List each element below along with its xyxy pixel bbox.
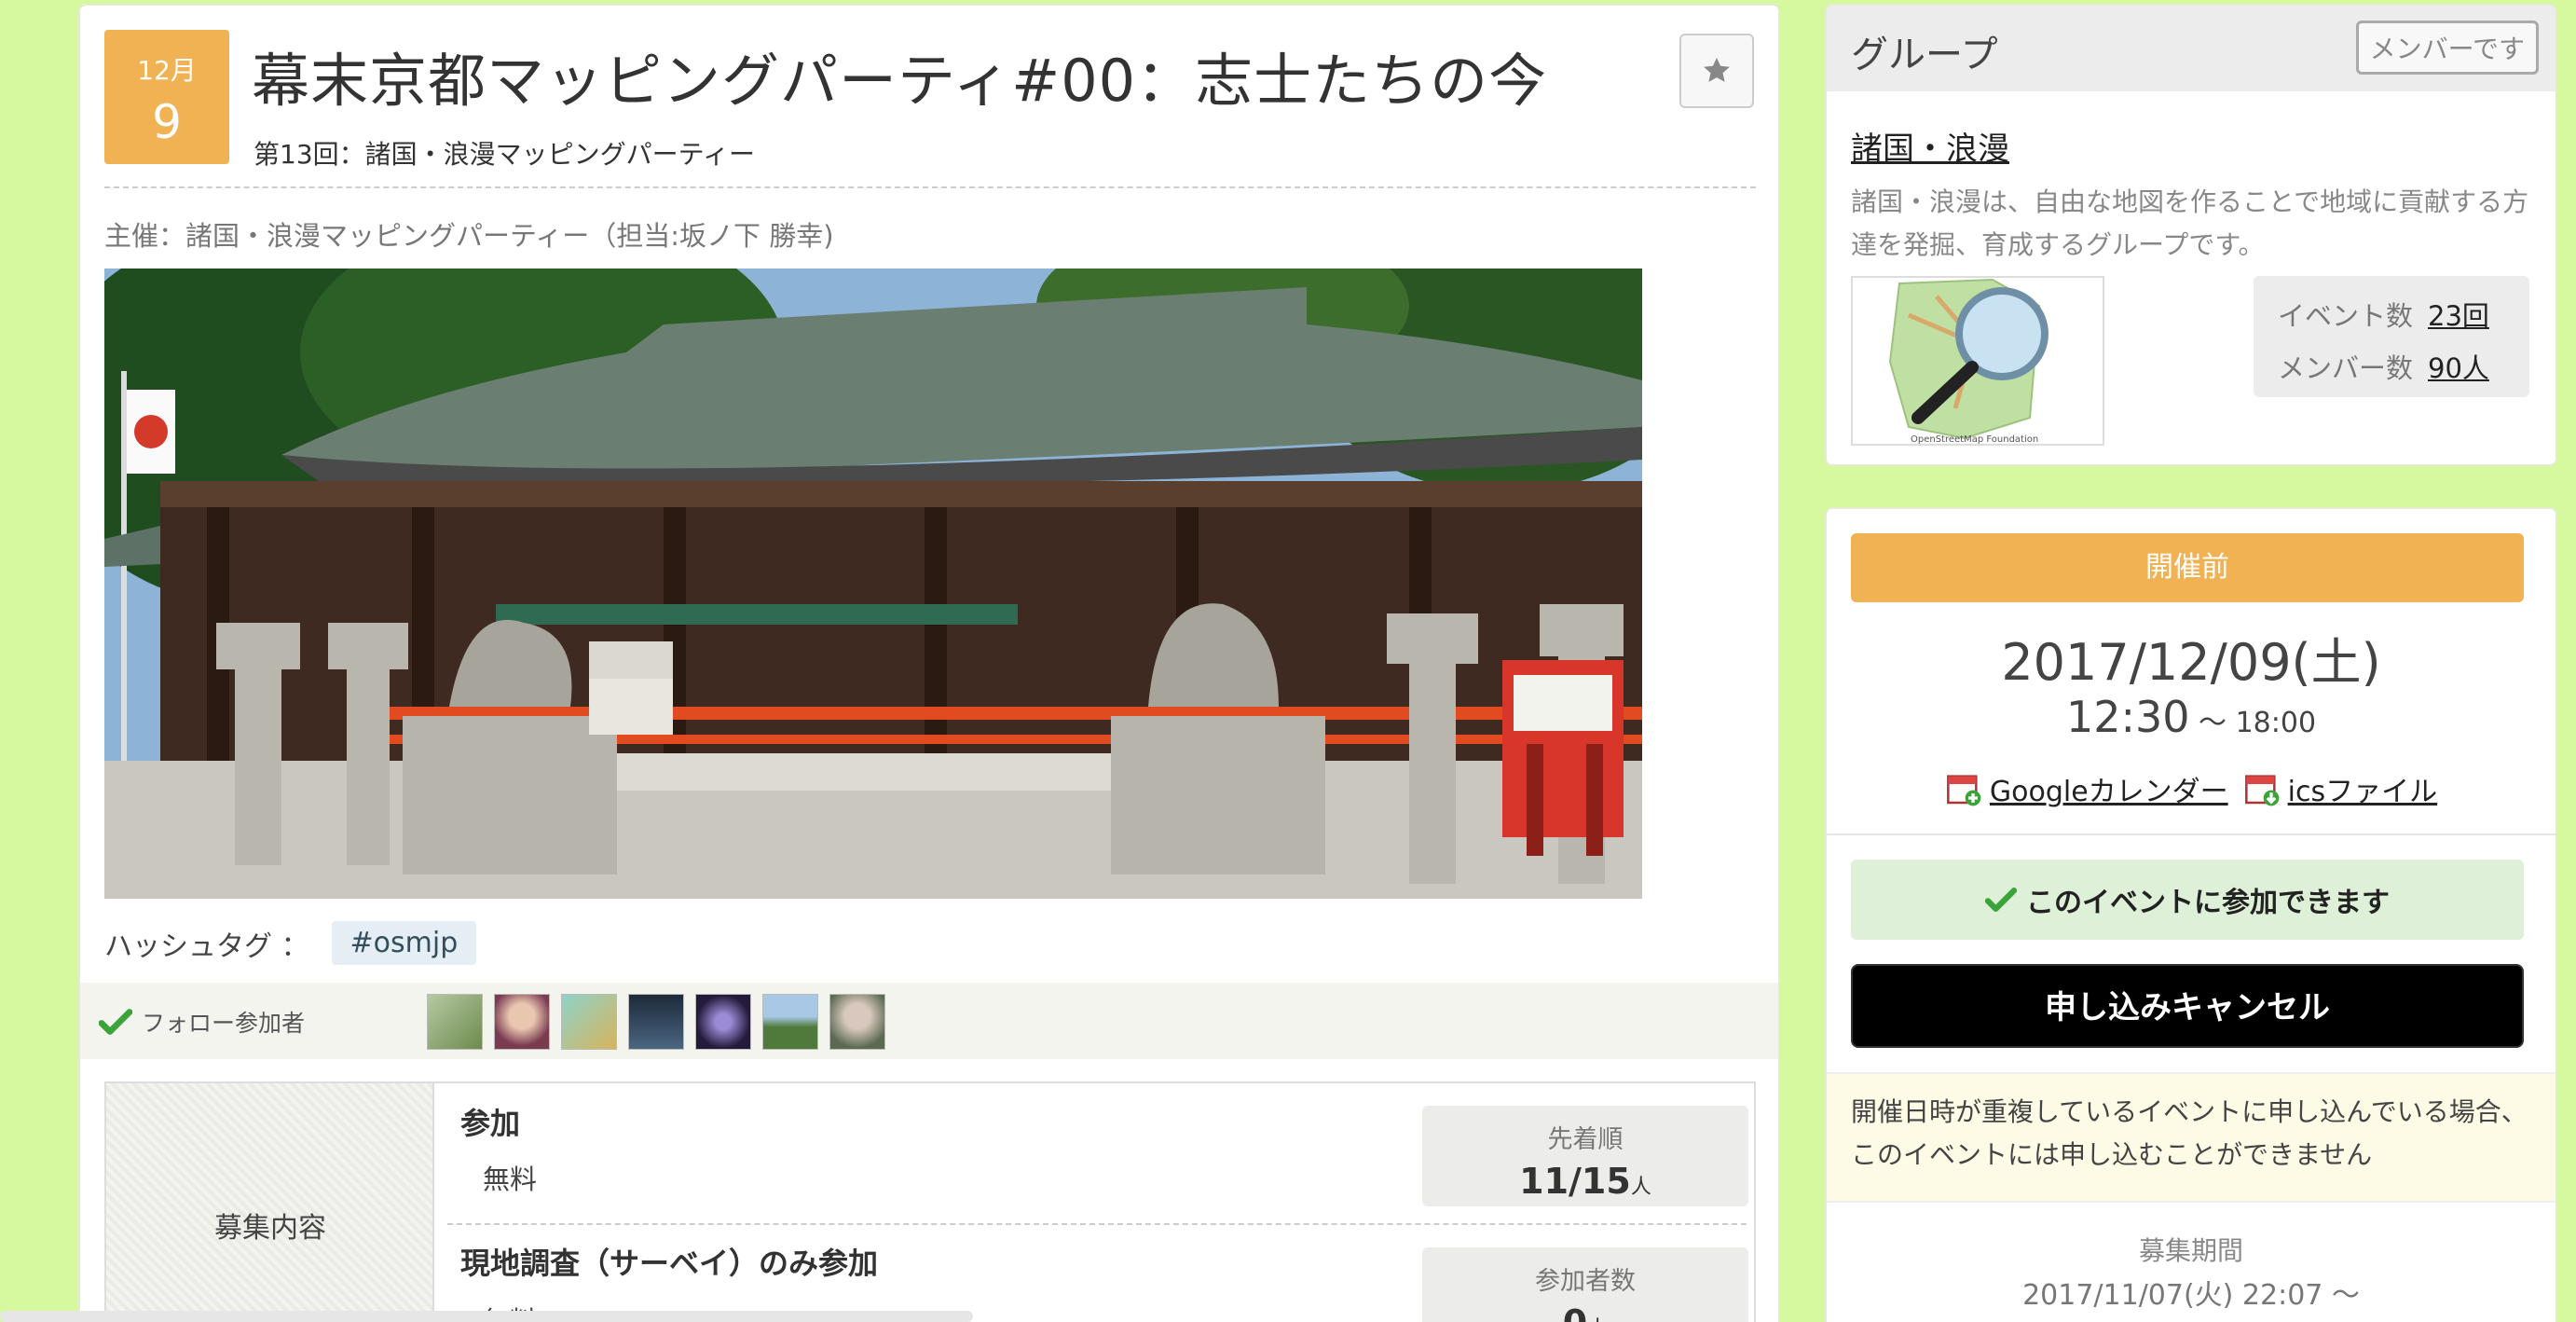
ticket-name: 参加 <box>460 1106 521 1141</box>
ticket-box-label: 参加者数 <box>1535 1267 1636 1296</box>
ticket-box-label: 先着順 <box>1547 1125 1624 1154</box>
osm-logo-image: OpenStreetMap Foundation <box>1853 278 2103 445</box>
date-badge-month: 12月 <box>137 55 197 86</box>
event-title: 幕末京都マッピングパーティ#00：志士たちの今 <box>252 47 1548 115</box>
event-time-end: 18:00 <box>2235 707 2317 739</box>
cancel-registration-button[interactable]: 申し込みキャンセル <box>1851 964 2524 1048</box>
avatar[interactable] <box>427 994 483 1050</box>
ticket-count: 11/15 <box>1519 1161 1631 1202</box>
avatar[interactable] <box>494 994 550 1050</box>
divider <box>1827 833 2555 835</box>
avatar[interactable] <box>695 994 751 1050</box>
group-card-title: グループ <box>1851 34 1998 76</box>
group-description: 諸国・浪漫は、自由な地図を作ることで地域に貢献する方達を発掘、育成するグループで… <box>1851 186 2529 260</box>
event-subtitle: 第13回：諸国・浪漫マッピングパーティー <box>253 139 755 170</box>
recruit-table: 募集内容 参加 無料 先着順 11/15人 現地調査（サーベイ）のみ参加 無料 … <box>104 1081 1756 1322</box>
follow-label-text: フォロー参加者 <box>142 1010 306 1037</box>
stat-events-value[interactable]: 23回 <box>2428 300 2489 332</box>
favorite-button[interactable] <box>1679 34 1754 108</box>
ticket-capacity-box: 参加者数 0人 <box>1422 1247 1748 1322</box>
stat-members: メンバー数 90人 <box>2278 347 2489 386</box>
follower-avatars <box>427 994 885 1050</box>
ics-file-link[interactable]: icsファイル <box>2288 768 2437 809</box>
event-status-badge: 開催前 <box>1851 533 2524 602</box>
check-icon <box>99 1009 132 1035</box>
logo-caption: OpenStreetMap Foundation <box>1911 434 2038 445</box>
schedule-card: 開催前 2017/12/09(土) 12:30 ～ 18:00 Googleカレ… <box>1825 507 2557 1322</box>
stat-members-label: メンバー数 <box>2278 352 2414 384</box>
member-status-badge[interactable]: メンバーです <box>2355 21 2539 75</box>
title-divider <box>104 186 1756 188</box>
avatar[interactable] <box>762 994 818 1050</box>
event-photo <box>104 269 1642 899</box>
recruit-header-text: 募集内容 <box>214 1212 326 1245</box>
star-icon <box>1704 57 1730 82</box>
group-stats: イベント数 23回 メンバー数 90人 <box>2254 276 2529 397</box>
stat-events-label: イベント数 <box>2278 300 2414 332</box>
can-join-message: このイベントに参加できます <box>1851 860 2524 940</box>
recruit-period-label: 募集期間 <box>2138 1235 2243 1266</box>
can-join-text: このイベントに参加できます <box>2026 887 2390 919</box>
event-date: 2017/12/09(土) <box>2001 633 2381 692</box>
ticket-divider <box>447 1223 1747 1225</box>
group-name-link[interactable]: 諸国・浪漫 <box>1851 123 2009 169</box>
event-time: 12:30 ～ 18:00 <box>1827 692 2555 742</box>
ticket-name: 現地調査（サーベイ）のみ参加 <box>460 1246 879 1281</box>
ticket-capacity-box: 先着順 11/15人 <box>1422 1106 1748 1206</box>
avatar[interactable] <box>561 994 617 1050</box>
stat-members-value[interactable]: 90人 <box>2428 352 2489 384</box>
avatar[interactable] <box>829 994 885 1050</box>
google-calendar-link[interactable]: Googleカレンダー <box>1990 768 2228 809</box>
follow-participants-label: フォロー参加者 <box>99 1005 305 1039</box>
organizer-line: 主催：諸国・浪漫マッピングパーティー（担当:坂ノ下 勝幸) <box>104 220 834 252</box>
recruit-header-cell: 募集内容 <box>106 1083 434 1322</box>
group-logo[interactable]: OpenStreetMap Foundation <box>1851 276 2104 446</box>
group-card-header: グループ メンバーです <box>1827 6 2555 91</box>
hashtag-link[interactable]: #osmjp <box>331 921 477 965</box>
avatar[interactable] <box>628 994 684 1050</box>
ticket-box-value: 0人 <box>1422 1302 1748 1322</box>
ticket-box-value: 11/15人 <box>1422 1161 1748 1202</box>
follow-participants-bar: フォロー参加者 <box>80 983 1778 1059</box>
calendar-add-icon <box>1946 775 1981 806</box>
group-card: グループ メンバーです 諸国・浪漫 諸国・浪漫は、自由な地図を作ることで地域に貢… <box>1825 4 2557 466</box>
hashtag-label: ハッシュタグ ： <box>104 930 309 963</box>
ticket-unit: 人 <box>1587 1317 1608 1322</box>
recruit-period-value: 2017/11/07(火) 22:07 ～ <box>2022 1279 2360 1312</box>
check-icon <box>1985 888 2017 912</box>
date-badge: 12月 9 <box>104 30 229 164</box>
overlap-notice: 開催日時が重複しているイベントに申し込んでいる場合、このイベントには申し込むこと… <box>1827 1072 2555 1203</box>
event-main-panel: 12月 9 幕末京都マッピングパーティ#00：志士たちの今 第13回：諸国・浪漫… <box>78 4 1780 1322</box>
event-time-start: 12:30 <box>2065 692 2190 742</box>
ticket-price: 無料 <box>483 1164 538 1195</box>
calendar-links: Googleカレンダー icsファイル <box>1827 768 2555 809</box>
horizontal-scrollbar[interactable] <box>0 1311 973 1322</box>
ticket-unit: 人 <box>1630 1176 1651 1199</box>
ticket-count: 0 <box>1563 1302 1587 1322</box>
hashtag-row: ハッシュタグ ： #osmjp <box>104 921 477 965</box>
date-badge-day: 9 <box>152 95 182 149</box>
event-time-separator: ～ <box>2189 707 2236 739</box>
shrine-photo-image <box>104 269 1642 899</box>
stat-events: イベント数 23回 <box>2278 295 2489 334</box>
calendar-download-icon <box>2244 775 2279 806</box>
